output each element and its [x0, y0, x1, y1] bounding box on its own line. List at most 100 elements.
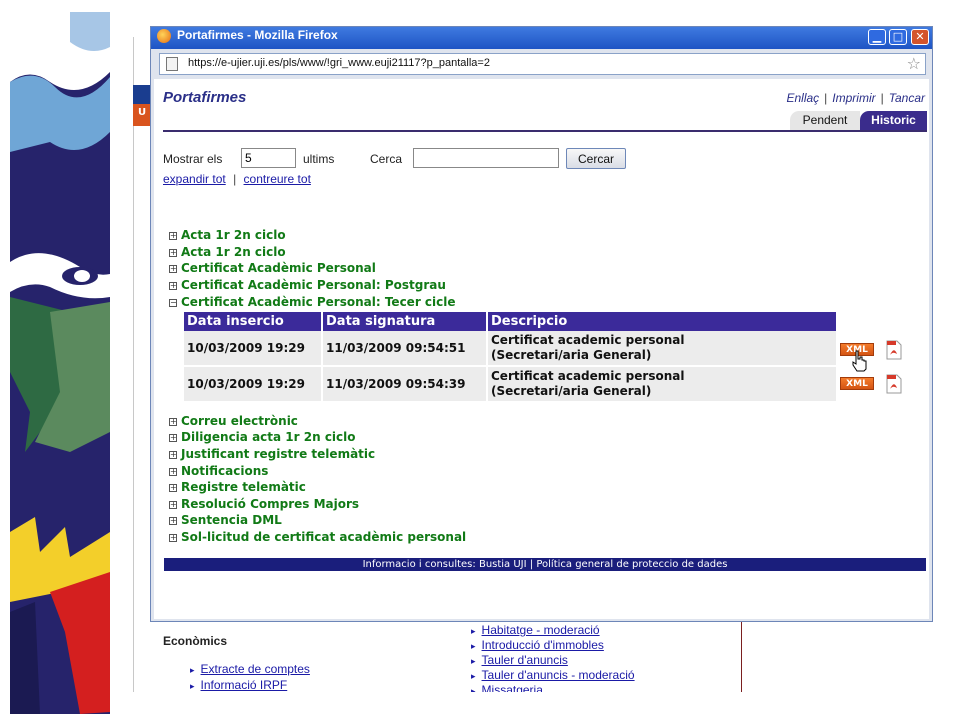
- tree-item-label[interactable]: Certificat Acadèmic Personal: Postgrau: [181, 278, 446, 292]
- separator: |: [529, 559, 534, 570]
- tree-item-label[interactable]: Acta 1r 2n ciclo: [181, 228, 286, 242]
- collapse-all-link[interactable]: contreure tot: [244, 172, 311, 186]
- collapse-icon[interactable]: −: [169, 299, 177, 307]
- expand-all-link[interactable]: expandir tot: [163, 172, 226, 186]
- background-column-divider: [741, 622, 742, 692]
- tree-item[interactable]: + Certificat Acadèmic Personal: Postgrau: [169, 278, 446, 294]
- expand-icon[interactable]: +: [169, 282, 177, 290]
- search-input[interactable]: [413, 148, 559, 168]
- tree-item[interactable]: + Acta 1r 2n ciclo: [169, 245, 286, 261]
- link-tancar[interactable]: Tancar: [889, 91, 925, 105]
- tree-item-label[interactable]: Sol-licitud de certificat acadèmic perso…: [181, 530, 466, 544]
- expand-icon[interactable]: +: [169, 265, 177, 273]
- window-titlebar[interactable]: Portafirmes - Mozilla Firefox ▁ □ ✕: [151, 27, 932, 49]
- tree-item[interactable]: + Sentencia DML: [169, 513, 282, 529]
- footer-link-policy[interactable]: Política general de proteccio de dades: [536, 559, 727, 570]
- tree-item-label[interactable]: Acta 1r 2n ciclo: [181, 245, 286, 259]
- tree-item-label[interactable]: Notificacions: [181, 464, 268, 478]
- browser-popup-window: Portafirmes - Mozilla Firefox ▁ □ ✕ http…: [150, 26, 933, 622]
- tree-item-label[interactable]: Correu electrònic: [181, 414, 298, 428]
- tree-item[interactable]: + Notificacions: [169, 464, 268, 480]
- separator: |: [824, 91, 828, 105]
- cell-signed: 11/03/2009 09:54:39: [322, 366, 488, 403]
- expand-icon[interactable]: +: [169, 501, 177, 509]
- close-button[interactable]: ✕: [911, 29, 929, 45]
- tree-item-label[interactable]: Certificat Acadèmic Personal: [181, 261, 376, 275]
- expand-icon[interactable]: +: [169, 534, 177, 542]
- page-icon: [166, 57, 178, 71]
- tree-item[interactable]: + Diligencia acta 1r 2n ciclo: [169, 430, 356, 446]
- tree-item[interactable]: + Resolució Compres Majors: [169, 497, 359, 513]
- show-label: Mostrar els: [163, 152, 223, 166]
- link-imprimir[interactable]: Imprimir: [832, 91, 875, 105]
- background-link-tauler[interactable]: ▸ Tauler d'anuncis: [471, 653, 568, 667]
- expand-icon[interactable]: +: [169, 249, 177, 257]
- decorative-poster-image: [10, 12, 110, 714]
- tab-historic[interactable]: Historic: [860, 111, 927, 130]
- link-enllac[interactable]: Enllaç: [786, 91, 819, 105]
- background-page-header-strip: [133, 85, 151, 105]
- table-row[interactable]: 10/03/2009 19:29 11/03/2009 09:54:51 Cer…: [184, 331, 838, 367]
- maximize-button[interactable]: □: [889, 29, 907, 45]
- tree-item-label[interactable]: Diligencia acta 1r 2n ciclo: [181, 430, 356, 444]
- expand-icon[interactable]: +: [169, 517, 177, 525]
- search-label: Cerca: [370, 152, 403, 166]
- tree-item[interactable]: + Justificant registre telemàtic: [169, 447, 375, 463]
- background-link-habitatge[interactable]: ▸ Habitatge - moderació: [471, 623, 600, 637]
- separator: |: [233, 172, 237, 186]
- pdf-download-icon[interactable]: [885, 340, 903, 360]
- arrow-right-icon: ▸: [471, 656, 476, 666]
- tab-pendent[interactable]: Pendent: [790, 111, 860, 130]
- cell-description: Certificat academic personal (Secretari/a…: [487, 366, 838, 403]
- tree-item-label[interactable]: Resolució Compres Majors: [181, 497, 359, 511]
- expand-icon[interactable]: +: [169, 484, 177, 492]
- col-header-data-signatura: Data signatura: [322, 312, 488, 331]
- col-header-descripcio: Descripcio: [487, 312, 838, 331]
- search-button[interactable]: Cercar: [566, 148, 626, 169]
- page-title: Portafirmes: [163, 89, 247, 106]
- table-header-row: Data insercio Data signatura Descripcio: [184, 312, 838, 331]
- bookmark-star-icon[interactable]: ☆: [907, 54, 921, 73]
- tree-item-label[interactable]: Justificant registre telemàtic: [181, 447, 375, 461]
- address-bar[interactable]: https://e-ujier.uji.es/pls/www/!gri_www.…: [159, 53, 926, 75]
- tree-item[interactable]: + Correu electrònic: [169, 414, 298, 430]
- address-url[interactable]: https://e-ujier.uji.es/pls/www/!gri_www.…: [188, 57, 490, 69]
- background-link-missatgeria[interactable]: ▸ Missatgeria: [471, 683, 543, 692]
- minimize-button[interactable]: ▁: [868, 29, 886, 45]
- tree-item[interactable]: + Registre telemàtic: [169, 480, 306, 496]
- tree-item-label[interactable]: Certificat Acadèmic Personal: Tecer cicl…: [181, 295, 456, 309]
- pdf-download-icon[interactable]: [885, 374, 903, 394]
- separator: |: [880, 91, 884, 105]
- background-link-irpf[interactable]: ▸ Informació IRPF: [190, 678, 287, 692]
- table-row[interactable]: 10/03/2009 19:29 11/03/2009 09:54:39 Cer…: [184, 366, 838, 403]
- cell-description: Certificat academic personal (Secretari/a…: [487, 331, 838, 367]
- tree-item[interactable]: + Certificat Acadèmic Personal: [169, 261, 376, 277]
- tree-item[interactable]: + Sol-licitud de certificat acadèmic pers…: [169, 530, 466, 546]
- expand-icon[interactable]: +: [169, 418, 177, 426]
- background-link-tauler-moderacio[interactable]: ▸ Tauler d'anuncis - moderació: [471, 668, 635, 682]
- background-link-extracte[interactable]: ▸ Extracte de comptes: [190, 662, 310, 676]
- background-link-immobles[interactable]: ▸ Introducció d'immobles: [471, 638, 604, 652]
- tree-item-label[interactable]: Sentencia DML: [181, 513, 282, 527]
- arrow-right-icon: ▸: [190, 681, 195, 691]
- expand-icon[interactable]: +: [169, 468, 177, 476]
- arrow-right-icon: ▸: [471, 641, 476, 651]
- expand-icon[interactable]: +: [169, 451, 177, 459]
- arrow-right-icon: ▸: [471, 686, 476, 692]
- arrow-right-icon: ▸: [471, 671, 476, 681]
- xml-download-icon[interactable]: XML: [840, 377, 874, 390]
- footer-info-label: Informacio i consultes:: [362, 559, 476, 570]
- cell-signed: 11/03/2009 09:54:51: [322, 331, 488, 367]
- expand-collapse-row: expandir tot | contreure tot: [163, 172, 311, 186]
- footer-link-bustia[interactable]: Bustia UJI: [479, 559, 527, 570]
- tree-item-expanded[interactable]: − Certificat Acadèmic Personal: Tecer cic…: [169, 295, 456, 311]
- firefox-icon: [157, 29, 171, 43]
- expand-icon[interactable]: +: [169, 434, 177, 442]
- top-links: Enllaç | Imprimir | Tancar: [786, 91, 925, 105]
- expand-icon[interactable]: +: [169, 232, 177, 240]
- count-input[interactable]: [241, 148, 296, 168]
- arrow-right-icon: ▸: [471, 626, 476, 636]
- tree-item-label[interactable]: Registre telemàtic: [181, 480, 306, 494]
- footer-bar: Informacio i consultes: Bustia UJI | Pol…: [164, 558, 926, 571]
- tree-item[interactable]: + Acta 1r 2n ciclo: [169, 228, 286, 244]
